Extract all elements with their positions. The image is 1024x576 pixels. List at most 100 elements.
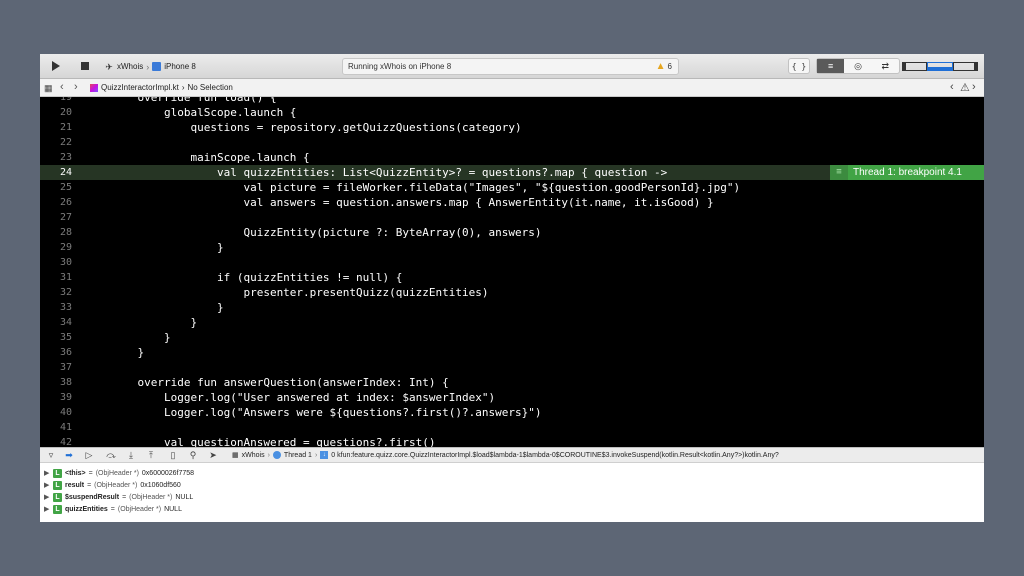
code-line[interactable]: 20 globalScope.launch { <box>40 105 984 120</box>
code-text[interactable]: } <box>111 330 171 345</box>
continue-icon[interactable]: ▷ <box>82 450 96 461</box>
code-text[interactable]: QuizzEntity(picture ?: ByteArray(0), ans… <box>111 225 541 240</box>
code-line[interactable]: 38 override fun answerQuestion(answerInd… <box>40 375 984 390</box>
code-text[interactable]: override fun load() { <box>111 97 276 105</box>
warnings-indicator[interactable]: ▲ 6 <box>656 61 672 72</box>
disclosure-triangle-icon[interactable]: ▶ <box>44 493 50 501</box>
line-number[interactable]: 41 <box>40 420 72 435</box>
debug-thread[interactable]: Thread 1 <box>284 452 312 459</box>
code-text[interactable]: Logger.log("Answers were ${questions?.fi… <box>111 405 542 420</box>
line-number[interactable]: 29 <box>40 240 72 255</box>
inspector-toggle-button[interactable] <box>952 61 978 71</box>
line-number[interactable]: 37 <box>40 360 72 375</box>
code-text[interactable]: val quizzEntities: List<QuizzEntity>? = … <box>111 165 667 180</box>
code-line[interactable]: 37 <box>40 360 984 375</box>
code-line[interactable]: 26 val answers = question.answers.map { … <box>40 195 984 210</box>
view-hierarchy-icon[interactable]: ▯ <box>166 450 180 461</box>
code-line[interactable]: 28 QuizzEntity(picture ?: ByteArray(0), … <box>40 225 984 240</box>
standard-editor-button[interactable]: ≡ <box>817 59 845 73</box>
code-text[interactable]: val answers = question.answers.map { Ans… <box>111 195 713 210</box>
code-line[interactable]: 34 } <box>40 315 984 330</box>
line-number[interactable]: 23 <box>40 150 72 165</box>
code-line[interactable]: 30 <box>40 255 984 270</box>
code-line[interactable]: 27 <box>40 210 984 225</box>
code-text[interactable]: val questionAnswered = questions?.first(… <box>111 435 436 447</box>
version-editor-button[interactable]: ⇄ <box>872 59 899 73</box>
debug-frame[interactable]: 0 kfun:feature.quizz.core.QuizzInteracto… <box>331 452 778 459</box>
code-line[interactable]: 22 <box>40 135 984 150</box>
breakpoint-handle-icon[interactable]: ≡ <box>830 165 848 180</box>
next-issue-icon[interactable]: › <box>972 81 976 93</box>
code-line[interactable]: 35 } <box>40 330 984 345</box>
code-line[interactable]: 39 Logger.log("User answered at index: $… <box>40 390 984 405</box>
line-number[interactable]: 34 <box>40 315 72 330</box>
code-line[interactable]: 41 <box>40 420 984 435</box>
line-number[interactable]: 25 <box>40 180 72 195</box>
back-arrow-icon[interactable]: ‹ <box>60 81 64 93</box>
code-text[interactable]: mainScope.launch { <box>111 150 309 165</box>
code-text[interactable]: presenter.presentQuizz(quizzEntities) <box>111 285 488 300</box>
line-number[interactable]: 26 <box>40 195 72 210</box>
step-over-icon[interactable]: ⤼ <box>104 450 118 461</box>
stop-button[interactable] <box>76 58 94 74</box>
code-line[interactable]: 24 val quizzEntities: List<QuizzEntity>?… <box>40 165 984 180</box>
line-number[interactable]: 24 <box>40 165 72 180</box>
debug-app-name[interactable]: xWhois <box>242 452 265 459</box>
code-line[interactable]: 23 mainScope.launch { <box>40 150 984 165</box>
code-text[interactable]: questions = repository.getQuizzQuestions… <box>111 120 521 135</box>
code-text[interactable]: val picture = fileWorker.fileData("Image… <box>111 180 740 195</box>
code-line[interactable]: 31 if (quizzEntities != null) { <box>40 270 984 285</box>
navigator-toggle-button[interactable] <box>902 61 928 71</box>
line-number[interactable]: 21 <box>40 120 72 135</box>
code-line[interactable]: 42 val questionAnswered = questions?.fir… <box>40 435 984 447</box>
line-number[interactable]: 39 <box>40 390 72 405</box>
debug-area-toggle-button[interactable] <box>927 61 953 71</box>
code-text[interactable]: if (quizzEntities != null) { <box>111 270 402 285</box>
code-line[interactable]: 32 presenter.presentQuizz(quizzEntities) <box>40 285 984 300</box>
disclosure-triangle-icon[interactable]: ▶ <box>44 481 50 489</box>
line-number[interactable]: 27 <box>40 210 72 225</box>
step-out-icon[interactable]: ⤒ <box>144 450 158 461</box>
code-line[interactable]: 25 val picture = fileWorker.fileData("Im… <box>40 180 984 195</box>
code-text[interactable]: } <box>111 315 197 330</box>
library-button[interactable]: { } <box>788 58 810 74</box>
previous-issue-icon[interactable]: ‹ <box>950 81 954 93</box>
variable-row[interactable]: ▶ L $suspendResult = (ObjHeader *) NULL <box>44 491 193 503</box>
line-number[interactable]: 28 <box>40 225 72 240</box>
disclosure-triangle-icon[interactable]: ▶ <box>44 505 50 513</box>
breakpoint-toggle-icon[interactable]: ➡ <box>62 450 76 461</box>
line-number[interactable]: 19 <box>40 97 72 105</box>
code-editor[interactable]: 19 override fun load() {20 globalScope.l… <box>40 97 984 447</box>
variable-row[interactable]: ▶ Lresult = (ObjHeader *) 0x1060df560 <box>44 479 181 491</box>
step-into-icon[interactable]: ⤓ <box>124 450 138 461</box>
line-number[interactable]: 35 <box>40 330 72 345</box>
related-items-icon[interactable]: ▦ <box>44 83 53 94</box>
code-text[interactable]: Logger.log("User answered at index: $ans… <box>111 390 495 405</box>
code-line[interactable]: 29 } <box>40 240 984 255</box>
assistant-editor-button[interactable]: ◎ <box>844 59 871 73</box>
line-number[interactable]: 20 <box>40 105 72 120</box>
code-text[interactable]: globalScope.launch { <box>111 105 296 120</box>
disclosure-triangle-icon[interactable]: ▶ <box>44 469 50 477</box>
hide-debug-area-icon[interactable]: ▿ <box>44 450 58 461</box>
line-number[interactable]: 36 <box>40 345 72 360</box>
forward-arrow-icon[interactable]: › <box>74 81 78 93</box>
line-number[interactable]: 42 <box>40 435 72 447</box>
code-text[interactable]: override fun answerQuestion(answerIndex:… <box>111 375 448 390</box>
code-line[interactable]: 40 Logger.log("Answers were ${questions?… <box>40 405 984 420</box>
variable-row[interactable]: ▶ L <this> = (ObjHeader *) 0x6000026f7758 <box>44 467 194 479</box>
line-number[interactable]: 33 <box>40 300 72 315</box>
code-line[interactable]: 21 questions = repository.getQuizzQuesti… <box>40 120 984 135</box>
code-line[interactable]: 19 override fun load() { <box>40 97 984 105</box>
line-number[interactable]: 31 <box>40 270 72 285</box>
code-text[interactable]: } <box>111 300 224 315</box>
line-number[interactable]: 32 <box>40 285 72 300</box>
line-number[interactable]: 40 <box>40 405 72 420</box>
variable-row[interactable]: ▶ LquizzEntities = (ObjHeader *) NULL <box>44 503 182 515</box>
warning-nav-icon[interactable]: ⚠ <box>960 81 970 94</box>
breadcrumb[interactable]: QuizzInteractorImpl.kt › No Selection <box>90 83 233 92</box>
simulate-location-icon[interactable]: ➤ <box>206 450 220 461</box>
scheme-selector[interactable]: ✈ xWhois › iPhone 8 <box>104 59 196 74</box>
breadcrumb-selection[interactable]: No Selection <box>187 83 232 92</box>
run-button[interactable] <box>46 58 66 74</box>
